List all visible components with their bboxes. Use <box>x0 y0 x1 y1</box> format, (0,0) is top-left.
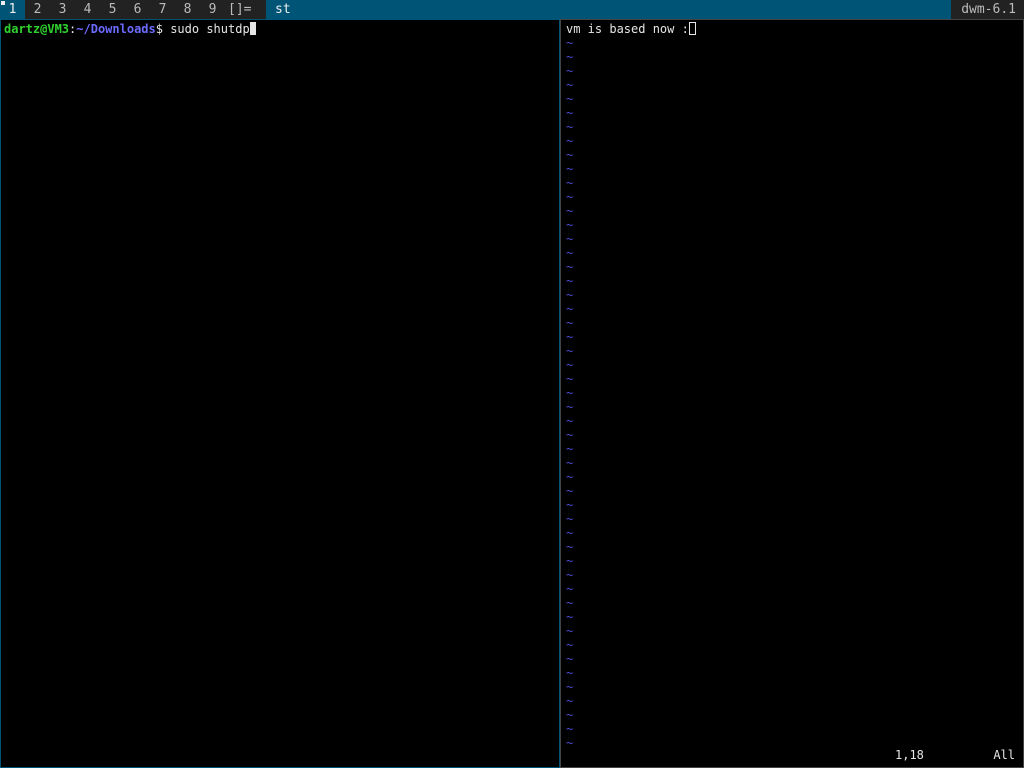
tag-7[interactable]: 7 <box>150 0 175 19</box>
window-title: st <box>266 0 952 19</box>
vim-tilde-marker: ~ <box>566 470 574 484</box>
vim-tilde-marker: ~ <box>566 568 574 582</box>
vim-tilde-marker: ~ <box>566 400 574 414</box>
vim-tilde-marker: ~ <box>566 36 574 50</box>
prompt-path: ~/Downloads <box>76 22 156 36</box>
tag-4[interactable]: 4 <box>75 0 100 19</box>
vim-tilde-marker: ~ <box>566 680 574 694</box>
vim-tilde-marker: ~ <box>566 260 574 274</box>
vim-tilde-marker: ~ <box>566 120 574 134</box>
vim-tilde-marker: ~ <box>566 666 574 680</box>
vim-tilde-marker: ~ <box>566 232 574 246</box>
vim-tilde-marker: ~ <box>566 526 574 540</box>
command-input[interactable]: sudo shutdp <box>170 22 249 36</box>
vim-tilde-marker: ~ <box>566 134 574 148</box>
vim-tilde-marker: ~ <box>566 92 574 106</box>
occupied-indicator-icon <box>1 1 5 5</box>
vim-scroll-indicator: All <box>993 748 1015 762</box>
vim-window[interactable]: vm is based now : ~ ~ ~ ~ ~ ~ ~ ~ ~ ~ ~ ~ ~ ~ ~ ~ ~ ~ ~ ~ ~ ~… <box>560 19 1024 768</box>
tag-6[interactable]: 6 <box>125 0 150 19</box>
vim-tilde-marker: ~ <box>566 176 574 190</box>
vim-tilde-marker: ~ <box>566 652 574 666</box>
vim-tilde-marker: ~ <box>566 708 574 722</box>
vim-tilde-marker: ~ <box>566 386 574 400</box>
vim-tilde-marker: ~ <box>566 106 574 120</box>
vim-tilde-marker: ~ <box>566 624 574 638</box>
tag-label: 1 <box>8 2 17 17</box>
vim-tilde-marker: ~ <box>566 162 574 176</box>
vim-tilde-marker: ~ <box>566 596 574 610</box>
vim-tilde-marker: ~ <box>566 344 574 358</box>
dwm-status-bar: 123456789 []= st dwm-6.1 <box>0 0 1024 19</box>
vim-tilde-marker: ~ <box>566 610 574 624</box>
tag-8[interactable]: 8 <box>175 0 200 19</box>
vim-tilde-marker: ~ <box>566 582 574 596</box>
vim-tilde-marker: ~ <box>566 358 574 372</box>
tag-3[interactable]: 3 <box>50 0 75 19</box>
vim-tilde-marker: ~ <box>566 540 574 554</box>
terminal-window[interactable]: dartz@VM3:~/Downloads$ sudo shutdp <box>0 19 560 768</box>
status-text: dwm-6.1 <box>951 0 1024 19</box>
vim-tilde-marker: ~ <box>566 204 574 218</box>
shell-prompt-line: dartz@VM3:~/Downloads$ sudo shutdp <box>4 22 256 36</box>
tag-1[interactable]: 1 <box>0 0 25 19</box>
vim-buffer-text: vm is based now : <box>566 22 689 36</box>
vim-tilde-marker: ~ <box>566 218 574 232</box>
terminal-cursor <box>249 22 256 35</box>
tag-9[interactable]: 9 <box>200 0 225 19</box>
vim-tilde-marker: ~ <box>566 442 574 456</box>
vim-tilde-marker: ~ <box>566 78 574 92</box>
tag-2[interactable]: 2 <box>25 0 50 19</box>
tag-5[interactable]: 5 <box>100 0 125 19</box>
vim-tilde-marker: ~ <box>566 246 574 260</box>
vim-tilde-marker: ~ <box>566 316 574 330</box>
prompt-user-host: dartz@VM3 <box>4 22 70 36</box>
vim-ruler: 1,18 All <box>566 748 1015 762</box>
vim-tilde-marker: ~ <box>566 302 574 316</box>
vim-tilde-marker: ~ <box>566 554 574 568</box>
tag-list: 123456789 <box>0 0 225 19</box>
vim-cursor <box>688 22 696 35</box>
vim-tilde-marker: ~ <box>566 50 574 64</box>
vim-tilde-marker: ~ <box>566 428 574 442</box>
vim-tilde-marker: ~ <box>566 512 574 526</box>
vim-tilde-marker: ~ <box>566 288 574 302</box>
vim-tilde-marker: ~ <box>566 694 574 708</box>
layout-indicator[interactable]: []= <box>225 0 266 19</box>
vim-tilde-marker: ~ <box>566 64 574 78</box>
vim-buffer-line[interactable]: vm is based now : <box>566 22 696 36</box>
vim-tilde-marker: ~ <box>566 722 574 736</box>
vim-tilde-marker: ~ <box>566 190 574 204</box>
vim-tilde-marker: ~ <box>566 638 574 652</box>
vim-cursor-position: 1,18 <box>895 748 924 762</box>
prompt-symbol: $ <box>155 22 171 36</box>
vim-tilde-marker: ~ <box>566 148 574 162</box>
vim-tilde-marker: ~ <box>566 484 574 498</box>
vim-tilde-marker: ~ <box>566 330 574 344</box>
vim-tilde-marker: ~ <box>566 414 574 428</box>
vim-tilde-marker: ~ <box>566 498 574 512</box>
vim-tilde-marker: ~ <box>566 372 574 386</box>
vim-tilde-marker: ~ <box>566 456 574 470</box>
vim-tilde-marker: ~ <box>566 274 574 288</box>
vim-empty-line-markers: ~ ~ ~ ~ ~ ~ ~ ~ ~ ~ ~ ~ ~ ~ ~ ~ ~ ~ ~ ~ ~ ~ ~ ~ ~ ~ ~ ~ ~ ~ ~ ~ ~ ~ ~ ~ ~ ~ ~ ~… <box>566 36 573 750</box>
